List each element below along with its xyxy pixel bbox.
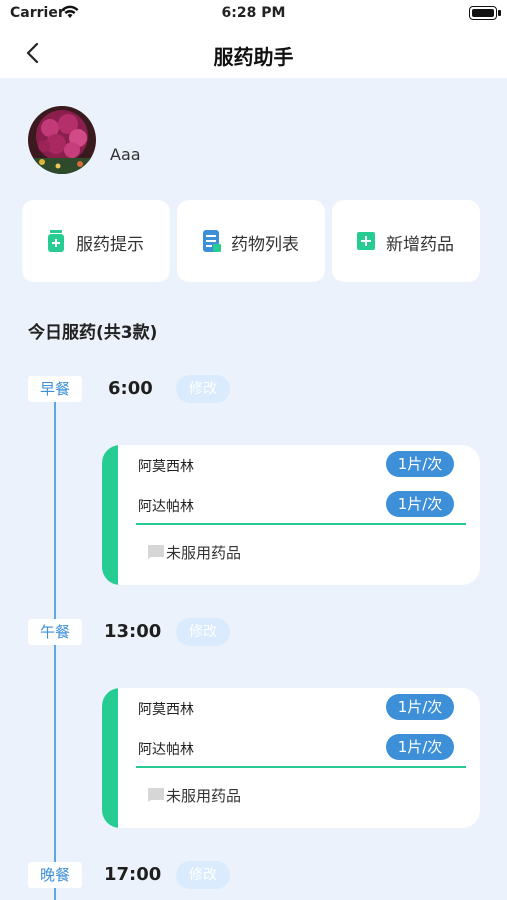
meal-time: 13:00 bbox=[104, 621, 162, 642]
flag-icon bbox=[148, 545, 164, 559]
quick-action-label: 服药提示 bbox=[76, 235, 144, 255]
edit-button[interactable]: 修改 bbox=[176, 861, 230, 889]
divider bbox=[136, 523, 466, 525]
medication-card: 阿莫西林 1片/次 阿达帕林 1片/次 未服用药品 bbox=[102, 445, 480, 585]
plus-square-icon bbox=[357, 232, 375, 250]
list-document-icon bbox=[203, 230, 221, 252]
edit-button[interactable]: 修改 bbox=[176, 618, 230, 646]
quick-add-medication[interactable]: 新增药品 bbox=[332, 200, 480, 282]
meal-tag-dinner: 晚餐 bbox=[28, 862, 82, 888]
drug-name: 阿达帕林 bbox=[138, 499, 194, 515]
meal-tag-lunch: 午餐 bbox=[28, 619, 82, 645]
battery-icon bbox=[469, 6, 501, 20]
dose-badge: 1片/次 bbox=[386, 491, 454, 517]
today-medication-title: 今日服药(共3款) bbox=[28, 323, 158, 343]
status-bar: Carrier 6:28 PM bbox=[0, 0, 507, 28]
drug-name: 阿莫西林 bbox=[138, 459, 194, 475]
timeline-line bbox=[54, 400, 56, 900]
untaken-medication-link[interactable]: 未服用药品 bbox=[166, 785, 241, 806]
edit-button[interactable]: 修改 bbox=[176, 375, 230, 403]
meal-tag-breakfast: 早餐 bbox=[28, 376, 82, 402]
dose-badge: 1片/次 bbox=[386, 734, 454, 760]
card-accent-bar bbox=[102, 445, 118, 585]
dose-badge: 1片/次 bbox=[386, 451, 454, 477]
username: Aaa bbox=[110, 145, 141, 164]
quick-medication-reminder[interactable]: 服药提示 bbox=[22, 200, 170, 282]
quick-action-label: 药物列表 bbox=[231, 235, 299, 255]
drug-name: 阿莫西林 bbox=[138, 702, 194, 718]
quick-medication-list[interactable]: 药物列表 bbox=[177, 200, 325, 282]
nav-bar: 服药助手 bbox=[0, 28, 507, 78]
quick-action-label: 新增药品 bbox=[386, 235, 454, 255]
flower-photo-icon bbox=[28, 106, 96, 174]
flag-icon bbox=[148, 788, 164, 802]
untaken-medication-link[interactable]: 未服用药品 bbox=[166, 542, 241, 563]
avatar[interactable] bbox=[28, 106, 96, 174]
page-title: 服药助手 bbox=[213, 45, 294, 69]
pill-bottle-icon bbox=[48, 230, 64, 252]
meal-time: 6:00 bbox=[108, 378, 153, 399]
dose-badge: 1片/次 bbox=[386, 694, 454, 720]
meal-time: 17:00 bbox=[104, 864, 162, 885]
card-accent-bar bbox=[102, 688, 118, 828]
divider bbox=[136, 766, 466, 768]
medication-card: 阿莫西林 1片/次 阿达帕林 1片/次 未服用药品 bbox=[102, 688, 480, 828]
drug-name: 阿达帕林 bbox=[138, 742, 194, 758]
clock: 6:28 PM bbox=[221, 5, 286, 21]
